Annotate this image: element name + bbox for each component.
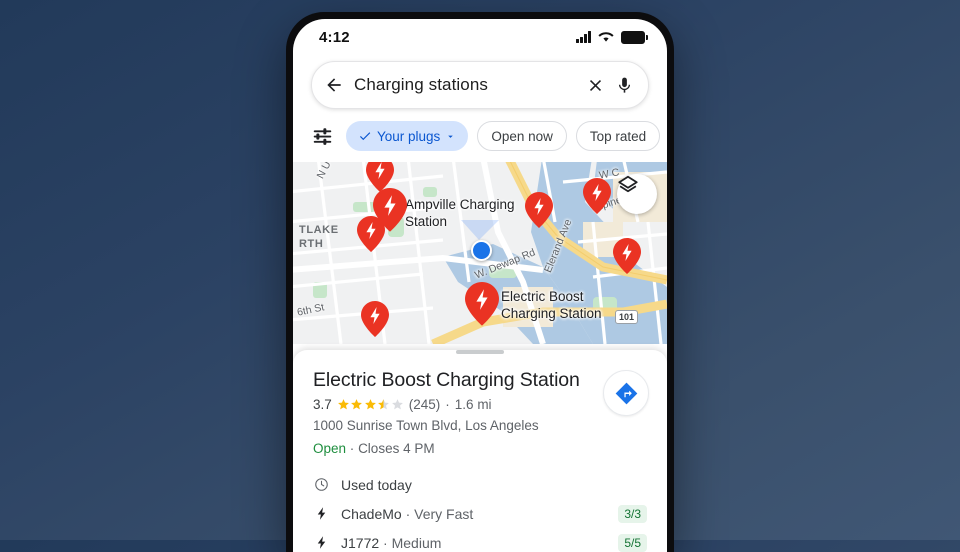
chip-your-plugs[interactable]: Your plugs: [346, 121, 469, 151]
directions-button[interactable]: [603, 370, 649, 416]
star-filled-icon: [364, 399, 376, 410]
chevron-down-icon: [448, 135, 454, 138]
place-title: Electric Boost Charging Station: [313, 369, 580, 391]
map-view[interactable]: TLAKE RTH N U W. Dewap Rd Elerand Ave 6t…: [293, 162, 667, 344]
star-rating: [337, 398, 404, 411]
check-icon: [359, 132, 371, 141]
place-rating-row: 3.7 (245) · 1.6 mi: [313, 397, 647, 412]
highway-shield: 101: [615, 310, 639, 324]
chip-label: Open now: [491, 128, 553, 144]
rating-separator: ·: [445, 397, 450, 412]
back-arrow-icon[interactable]: [324, 75, 344, 95]
chip-open-now[interactable]: Open now: [477, 121, 567, 151]
map-layers-button[interactable]: [617, 174, 657, 214]
map-pin-charging-station[interactable]: [361, 301, 389, 337]
open-status: Open: [313, 441, 347, 456]
place-hours: Open · Closes 4 PM: [313, 440, 647, 458]
place-distance: 1.6 mi: [454, 397, 492, 412]
star-filled-icon: [337, 399, 349, 410]
user-location-dot: [471, 240, 492, 261]
map-pin-charging-station[interactable]: [583, 178, 611, 214]
row-j1772: J1772 · Medium 5/5: [313, 528, 647, 552]
close-icon[interactable]: [586, 76, 605, 95]
availability-badge: 5/5: [618, 533, 647, 552]
rating-value: 3.7: [313, 397, 332, 412]
row-label: ChadeMo · Very Fast: [341, 505, 474, 522]
map-pin-charging-station[interactable]: [613, 238, 641, 274]
place-address: 1000 Sunrise Town Blvd, Los Angeles: [313, 418, 539, 433]
map-area-label: RTH: [299, 238, 324, 250]
battery-full-icon: [621, 30, 648, 44]
map-area-label: TLAKE: [299, 224, 339, 236]
chip-label: Top rated: [589, 128, 647, 144]
layers-icon: [618, 175, 638, 193]
search-section: Charging stations: [293, 55, 667, 109]
map-pin-charging-station[interactable]: [525, 192, 553, 228]
map-pin-electric-boost-selected[interactable]: [465, 282, 499, 326]
bolt-icon: [313, 535, 330, 550]
row-chademo: ChadeMo · Very Fast 3/3: [313, 499, 647, 528]
status-icons: [576, 30, 648, 44]
wifi-icon: [598, 32, 614, 42]
chip-top-rated[interactable]: Top rated: [575, 121, 661, 151]
bolt-icon: [313, 506, 330, 521]
star-half-icon: [378, 399, 390, 410]
review-count: (245): [408, 397, 441, 412]
microphone-icon[interactable]: [615, 76, 634, 95]
status-time: 4:12: [319, 28, 350, 46]
search-bar[interactable]: Charging stations: [311, 61, 649, 109]
place-details: Electric Boost Charging Station 3.7 (245…: [293, 354, 667, 552]
place-bottom-sheet[interactable]: Electric Boost Charging Station 3.7 (245…: [293, 350, 667, 552]
star-empty-icon: [391, 399, 403, 410]
map-place-label-ampville: Ampville Charging Station: [405, 197, 515, 229]
closing-time: Closes 4 PM: [358, 441, 435, 456]
map-pin-ampville[interactable]: [373, 188, 407, 232]
chip-label: Your plugs: [377, 128, 441, 144]
availability-badge: 3/3: [618, 504, 647, 523]
search-input[interactable]: Charging stations: [354, 75, 576, 95]
row-used-today: Used today: [313, 470, 647, 499]
status-bar: 4:12: [293, 19, 667, 55]
clock-icon: [313, 477, 330, 492]
star-filled-icon: [351, 399, 363, 410]
row-label: J1772 · Medium: [341, 534, 442, 551]
hours-separator: ·: [349, 441, 355, 456]
tune-icon[interactable]: [309, 123, 335, 149]
directions-icon: [615, 382, 637, 404]
phone-frame: 4:12 Charging stations Your plugs Open n…: [286, 12, 674, 552]
phone-screen: 4:12 Charging stations Your plugs Open n…: [293, 19, 667, 552]
cellular-signal-icon: [576, 31, 591, 43]
filter-chips: Your plugs Open now Top rated: [293, 109, 667, 162]
row-label: Used today: [341, 476, 412, 493]
